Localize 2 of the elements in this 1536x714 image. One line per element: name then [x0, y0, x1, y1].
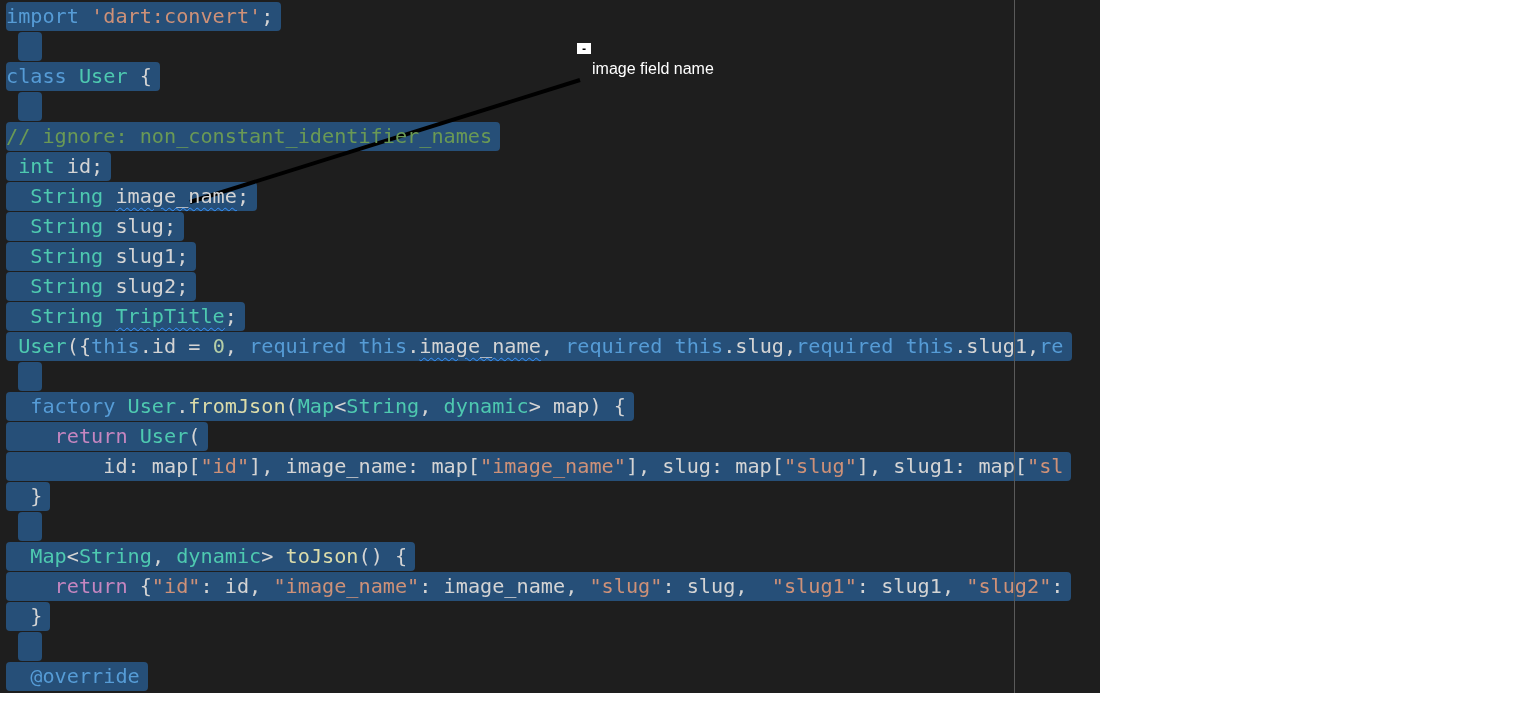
collapse-button[interactable]: -: [577, 43, 591, 54]
annotation-label: image field name: [592, 60, 714, 78]
